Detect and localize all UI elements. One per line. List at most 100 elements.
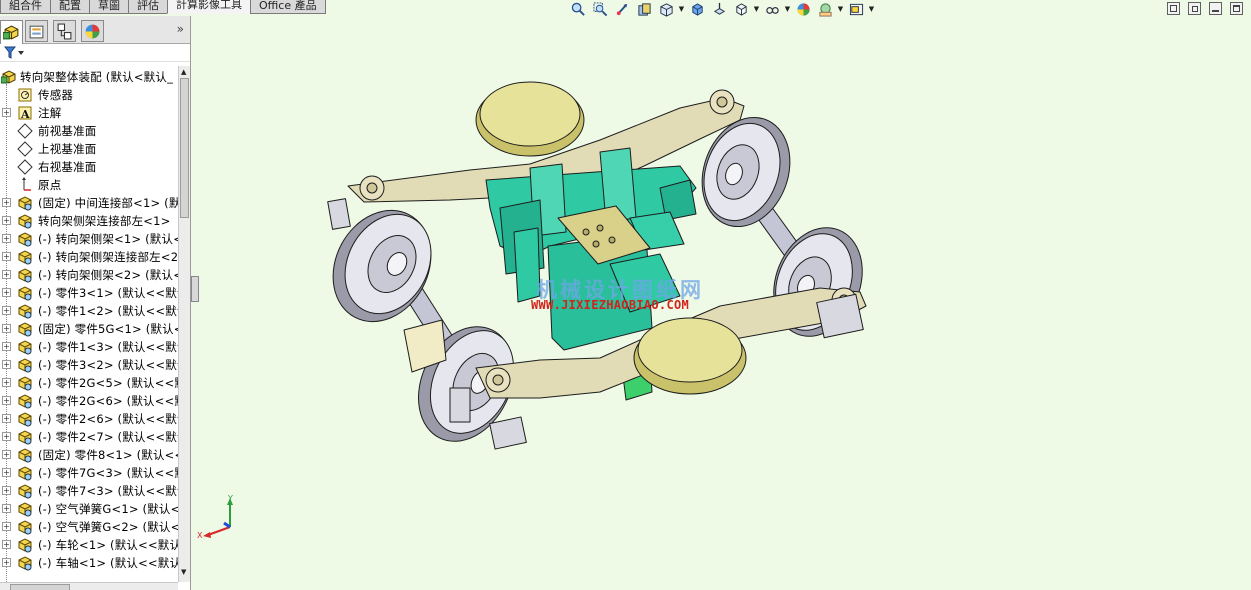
command-tab[interactable]: 配置 [50,0,90,14]
view-settings-dropdown-icon[interactable]: ▼ [868,1,875,17]
part-icon [17,213,33,229]
property-manager-tab[interactable] [25,20,48,42]
previous-view-icon[interactable] [612,1,632,17]
view-orientation-dropdown-icon[interactable]: ▼ [678,1,685,17]
expand-node-icon[interactable]: + [2,522,11,531]
zoom-to-area-icon[interactable] [590,1,610,17]
apply-scene-icon[interactable] [815,1,835,17]
tree-item[interactable]: + (-) 零件2G<5> (默认<<默 [0,374,178,392]
display-style-icon[interactable] [687,1,707,17]
expand-node-icon[interactable]: + [2,324,11,333]
tree-item[interactable]: 前视基准面 [0,122,178,140]
expand-node-icon[interactable]: + [2,558,11,567]
tree-item[interactable]: + (-) 零件1<2> (默认<<默认 [0,302,178,320]
scroll-down-icon[interactable]: ▼ [181,568,186,576]
view-settings-icon[interactable] [846,1,866,17]
display-dropdown-icon[interactable]: ▼ [753,1,760,17]
tree-item[interactable]: + (-) 零件3<1> (默认<<默认 [0,284,178,302]
expand-node-icon[interactable]: + [2,234,11,243]
tree-item[interactable]: + (-) 空气弹簧G<1> (默认< [0,500,178,518]
tree-item[interactable]: + (-) 零件2<7> (默认<<默认 [0,428,178,446]
hide-show-items-icon[interactable] [762,1,782,17]
expand-node-icon[interactable]: + [2,306,11,315]
command-tab[interactable]: 計算影像工具 [167,0,251,14]
configuration-manager-tab[interactable] [53,20,76,42]
expand-node-icon[interactable]: + [2,468,11,477]
expand-node-icon[interactable]: + [2,342,11,351]
tree-item[interactable]: + (固定) 零件8<1> (默认<< [0,446,178,464]
expand-node-icon[interactable]: + [2,486,11,495]
tile-window-icon[interactable] [1167,2,1180,15]
expand-node-icon[interactable]: + [2,198,11,207]
expand-node-icon[interactable]: + [2,414,11,423]
command-tab[interactable]: 組合件 [0,0,51,14]
tree-item[interactable]: 右视基准面 [0,158,178,176]
tree-item-label: (-) 零件3<1> (默认<<默认 [38,286,178,300]
command-tab[interactable]: Office 產品 [250,0,326,14]
tree-item[interactable]: 原点 [0,176,178,194]
tree-item[interactable]: + (-) 零件7<3> (默认<<默认 [0,482,178,500]
tree-item[interactable]: + (-) 零件1<3> (默认<<默认 [0,338,178,356]
command-tab[interactable]: 評估 [128,0,168,14]
tree-item[interactable]: + (-) 车轴<1> (默认<<默认 [0,554,178,572]
feature-manager-tab[interactable] [0,20,23,44]
tree-item[interactable]: + (-) 零件7G<3> (默认<<默 [0,464,178,482]
heads-up-view-toolbar: ▼ ▼ ▼ ▼ ▼ [568,0,875,18]
expand-node-icon[interactable]: + [2,216,11,225]
display-pane-icon[interactable] [731,1,751,17]
hscroll-thumb[interactable] [10,584,70,590]
panel-splitter-handle[interactable] [191,276,199,302]
command-tab[interactable]: 草圖 [89,0,129,14]
annotation-icon: A [17,105,33,121]
tree-vertical-scrollbar[interactable]: ▲ ▼ [178,66,190,582]
hide-show-dropdown-icon[interactable]: ▼ [784,1,791,17]
expand-node-icon[interactable]: + [2,270,11,279]
tree-item[interactable]: + (-) 车轮<1> (默认<<默认 [0,536,178,554]
tree-item[interactable]: + (-) 转向架侧架<1> (默认< [0,230,178,248]
expand-node-icon[interactable]: + [2,504,11,513]
tree-item[interactable]: + (-) 转向架侧架连接部左<2 [0,248,178,266]
maximize-window-icon[interactable] [1230,2,1243,15]
expand-node-icon[interactable]: + [2,360,11,369]
restore-window-icon[interactable] [1188,2,1201,15]
expand-panel-icon[interactable]: » [177,22,184,36]
scene-dropdown-icon[interactable]: ▼ [837,1,844,17]
window-controls [1167,2,1243,15]
expand-node-icon[interactable]: + [2,378,11,387]
tree-item[interactable]: + (-) 零件2G<6> (默认<<默 [0,392,178,410]
tree-item[interactable]: + (-) 空气弹簧G<2> (默认< [0,518,178,536]
expand-node-icon[interactable]: + [2,450,11,459]
tree-horizontal-scrollbar[interactable] [0,582,178,590]
tree-item-label: (-) 零件7G<3> (默认<<默 [38,466,178,480]
tree-item[interactable]: + 转向架侧架连接部左<1> [0,212,178,230]
tree-item[interactable]: + (-) 零件2<6> (默认<<默认 [0,410,178,428]
part-icon [17,411,33,427]
filter-icon[interactable] [4,46,26,59]
view-orientation-icon[interactable] [656,1,676,17]
sensor-icon [17,87,33,103]
expand-node-icon[interactable]: + [2,252,11,261]
tree-root-assembly[interactable]: 转向架整体装配 (默认<默认_ [0,68,178,86]
tree-item[interactable]: + (-) 零件3<2> (默认<<默认 [0,356,178,374]
scroll-thumb[interactable] [180,78,189,218]
hide-show-icon[interactable] [709,1,729,17]
display-manager-tab[interactable] [81,20,104,42]
expand-node-icon[interactable]: + [2,396,11,405]
tree-item-label: (固定) 零件5G<1> (默认< [38,322,178,336]
tree-item[interactable]: + (固定) 零件5G<1> (默认< [0,320,178,338]
tree-item[interactable]: + (-) 转向架侧架<2> (默认< [0,266,178,284]
minimize-window-icon[interactable] [1209,2,1222,15]
expand-node-icon[interactable]: + [2,108,11,117]
tree-item[interactable]: + A 注解 [0,104,178,122]
tree-item[interactable]: + (固定) 中间连接部<1> (默 [0,194,178,212]
tree-item[interactable]: 上视基准面 [0,140,178,158]
edit-appearance-icon[interactable] [793,1,813,17]
expand-node-icon[interactable]: + [2,540,11,549]
part-icon [17,249,33,265]
scroll-up-icon[interactable]: ▲ [181,68,186,76]
tree-item[interactable]: 传感器 [0,86,178,104]
section-view-icon[interactable] [634,1,654,17]
expand-node-icon[interactable]: + [2,432,11,441]
zoom-to-fit-icon[interactable] [568,1,588,17]
expand-node-icon[interactable]: + [2,288,11,297]
